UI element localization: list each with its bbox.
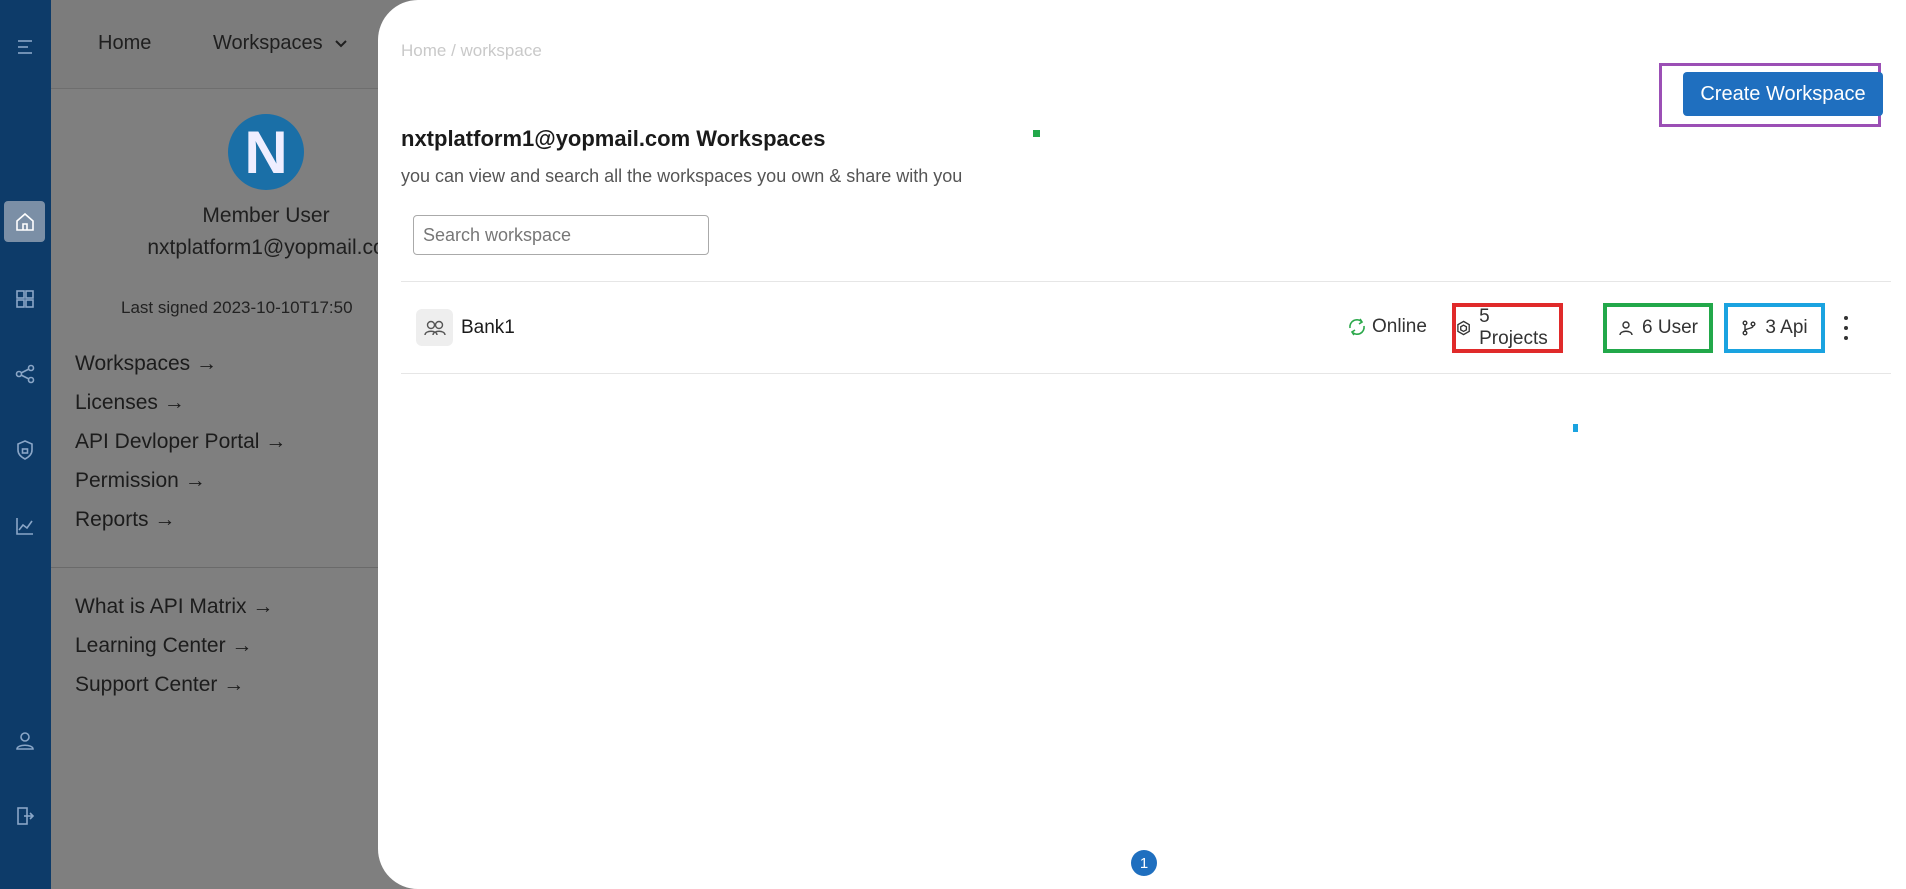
row-divider-top	[401, 281, 1891, 282]
icon-rail	[0, 0, 51, 889]
link-permission[interactable]: Permission →	[75, 469, 206, 493]
link-workspaces[interactable]: Workspaces →	[75, 352, 217, 376]
create-workspace-button[interactable]: Create Workspace	[1683, 72, 1883, 116]
user-icon[interactable]	[4, 720, 45, 761]
link-support-center[interactable]: Support Center →	[75, 673, 244, 697]
status-text: Online	[1372, 316, 1427, 337]
breadcrumb[interactable]: Home / workspace	[401, 41, 542, 61]
link-licenses[interactable]: Licenses →	[75, 391, 185, 415]
marker-dot	[1033, 130, 1040, 137]
users-group-icon	[416, 309, 453, 346]
projects-count[interactable]: 5 Projects	[1452, 303, 1563, 353]
more-options-icon[interactable]	[1840, 316, 1852, 340]
page-subtitle: you can view and search all the workspac…	[401, 166, 963, 186]
projects-icon	[1457, 320, 1470, 336]
nav-home-link[interactable]: Home	[98, 32, 151, 55]
users-count[interactable]: 6 User	[1603, 303, 1713, 353]
sync-icon	[1349, 318, 1365, 336]
nav-workspaces-label: Workspaces	[213, 32, 323, 54]
menu-icon[interactable]	[4, 26, 45, 67]
chevron-down-icon	[335, 40, 347, 48]
nav-workspaces-dropdown[interactable]: Workspaces	[213, 32, 348, 55]
home-icon[interactable]	[4, 201, 45, 242]
row-divider-bottom	[401, 373, 1891, 374]
users-label: 6 User	[1642, 317, 1698, 338]
user-icon	[1619, 321, 1633, 336]
link-reports[interactable]: Reports →	[75, 508, 175, 532]
api-count[interactable]: 3 Api	[1724, 303, 1825, 353]
api-label: 3 Api	[1765, 317, 1808, 338]
marker-dot	[1573, 424, 1578, 432]
status-badge: Online	[1346, 316, 1427, 338]
last-signed: Last signed 2023-10-10T17:50	[121, 298, 353, 317]
page-title: nxtplatform1@yopmail.com Workspaces	[401, 126, 826, 151]
share-nodes-icon[interactable]	[4, 353, 45, 394]
dashboard-icon[interactable]	[4, 278, 45, 319]
search-input[interactable]	[413, 215, 709, 255]
link-learning-center[interactable]: Learning Center →	[75, 634, 252, 658]
workspace-name[interactable]: Bank1	[461, 317, 515, 339]
divider	[51, 567, 391, 568]
projects-label: 5 Projects	[1479, 306, 1548, 349]
workspace-drawer: Home / workspace Create Workspace nxtpla…	[378, 0, 1906, 889]
chart-icon[interactable]	[4, 505, 45, 546]
git-branch-icon	[1742, 320, 1756, 336]
link-what-is-api-matrix[interactable]: What is API Matrix →	[75, 595, 273, 619]
shield-icon[interactable]	[4, 429, 45, 470]
pagination-page-1[interactable]: 1	[1131, 850, 1157, 876]
avatar: N	[228, 114, 304, 190]
logout-icon[interactable]	[4, 795, 45, 836]
link-api-developer-portal[interactable]: API Devloper Portal →	[75, 430, 286, 454]
